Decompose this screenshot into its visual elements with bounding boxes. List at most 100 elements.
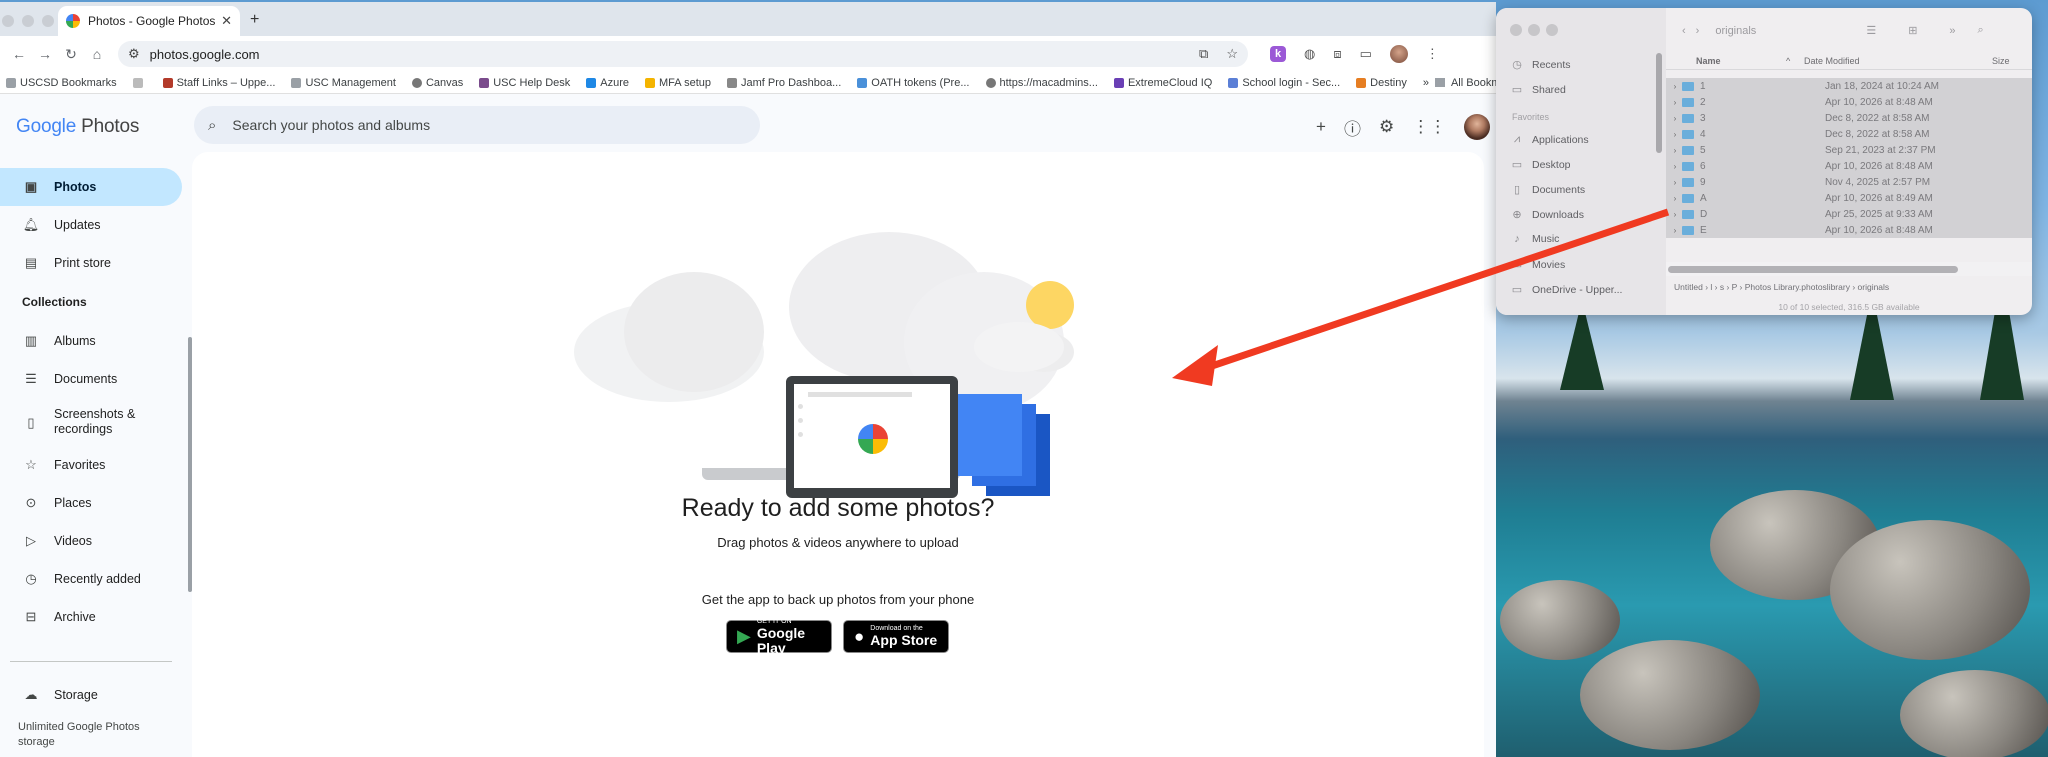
site-info-icon[interactable]: ⚙ bbox=[128, 46, 140, 62]
bookmark-item[interactable]: OATH tokens (Pre... bbox=[857, 77, 970, 89]
new-tab-icon[interactable]: + bbox=[250, 11, 259, 29]
finder-sidebar-downloads[interactable]: ⊕ Downloads bbox=[1510, 208, 1584, 222]
search-icon[interactable]: ⌕ bbox=[1978, 24, 1984, 37]
sidebar-item-screenshots[interactable]: ▯ Screenshots & recordings bbox=[0, 398, 190, 446]
list-view-icon[interactable]: ☰ bbox=[1866, 24, 1876, 37]
apps-grid-icon[interactable]: ⋮⋮ bbox=[1412, 117, 1446, 137]
close-window-button[interactable] bbox=[2, 15, 14, 27]
finder-row[interactable]: › 9 Nov 4, 2025 at 2:57 PM bbox=[1666, 174, 2032, 190]
bookmark-item[interactable]: USC Management bbox=[291, 77, 396, 89]
extension-k-icon[interactable]: k bbox=[1270, 46, 1286, 62]
finder-close-button[interactable] bbox=[1510, 24, 1522, 36]
google-play-button[interactable]: ▶ GET IT ON Google Play bbox=[726, 618, 832, 655]
extensions-puzzle-icon[interactable]: ⧈ bbox=[1333, 46, 1341, 62]
bookmark-item[interactable]: School login - Sec... bbox=[1228, 77, 1340, 89]
finder-sidebar-documents[interactable]: ▯ Documents bbox=[1510, 183, 1585, 197]
path-segment[interactable]: l bbox=[1710, 282, 1712, 292]
disclosure-chevron-icon[interactable]: › bbox=[1668, 162, 1682, 171]
bookmark-item[interactable]: Jamf Pro Dashboa... bbox=[727, 77, 841, 89]
bookmark-item[interactable]: Canvas bbox=[411, 77, 463, 89]
help-icon[interactable]: ⓘ bbox=[1344, 115, 1361, 140]
finder-row[interactable]: › D Apr 25, 2025 at 9:33 AM bbox=[1666, 206, 2032, 222]
search-icon[interactable]: ⌕ bbox=[208, 117, 216, 134]
finder-sidebar-onedrive[interactable]: ▭ OneDrive - Upper... bbox=[1510, 283, 1623, 297]
finder-back-icon[interactable]: ‹ bbox=[1682, 25, 1686, 37]
finder-row[interactable]: › E Apr 10, 2026 at 8:48 AM bbox=[1666, 222, 2032, 238]
home-icon[interactable]: ⌂ bbox=[84, 46, 110, 62]
app-store-button[interactable]: ● Download on the App Store bbox=[843, 620, 949, 653]
sidebar-item-recently-added[interactable]: ◷ Recently added bbox=[0, 560, 190, 598]
minimize-window-button[interactable] bbox=[22, 15, 34, 27]
finder-sidebar-recents[interactable]: ◷ Recents bbox=[1510, 58, 1570, 72]
bookmark-item[interactable]: USCSD Bookmarks bbox=[6, 77, 117, 89]
extension-circle-icon[interactable]: ◍ bbox=[1304, 46, 1315, 62]
finder-row[interactable]: › 6 Apr 10, 2026 at 8:48 AM bbox=[1666, 158, 2032, 174]
finder-horizontal-scrollbar[interactable] bbox=[1668, 266, 1958, 273]
disclosure-chevron-icon[interactable]: › bbox=[1668, 98, 1682, 107]
bookmark-item[interactable]: ExtremeCloud IQ bbox=[1113, 77, 1212, 89]
google-photos-logo[interactable]: Google Photos bbox=[16, 116, 139, 138]
sidebar-item-print-store[interactable]: ▤ Print store bbox=[0, 244, 190, 282]
path-segment[interactable]: Untitled bbox=[1674, 282, 1703, 292]
disclosure-chevron-icon[interactable]: › bbox=[1668, 194, 1682, 203]
bookmark-item[interactable]: Destiny bbox=[1356, 77, 1407, 89]
finder-forward-icon[interactable]: › bbox=[1696, 25, 1700, 37]
path-segment[interactable]: s bbox=[1720, 282, 1724, 292]
disclosure-chevron-icon[interactable]: › bbox=[1668, 130, 1682, 139]
finder-row[interactable]: › 1 Jan 18, 2024 at 10:24 AM bbox=[1666, 78, 2032, 94]
browser-tab[interactable]: Photos - Google Photos ✕ bbox=[58, 6, 240, 36]
sidebar-item-updates[interactable]: 🔔︎ Updates bbox=[0, 206, 190, 244]
disclosure-chevron-icon[interactable]: › bbox=[1668, 210, 1682, 219]
back-icon[interactable]: ← bbox=[6, 46, 32, 62]
sidebar-item-favorites[interactable]: ☆ Favorites bbox=[0, 446, 190, 484]
finder-sidebar-desktop[interactable]: ▭ Desktop bbox=[1510, 158, 1571, 172]
sidebar-item-archive[interactable]: ⊟ Archive bbox=[0, 598, 190, 636]
side-panel-icon[interactable]: ▭ bbox=[1360, 46, 1372, 62]
sidebar-item-places[interactable]: ⊙ Places bbox=[0, 484, 190, 522]
finder-row[interactable]: › 2 Apr 10, 2026 at 8:48 AM bbox=[1666, 94, 2032, 110]
finder-zoom-button[interactable] bbox=[1546, 24, 1558, 36]
finder-row[interactable]: › 4 Dec 8, 2022 at 8:58 AM bbox=[1666, 126, 2032, 142]
sidebar-item-documents[interactable]: ☰ Documents bbox=[0, 360, 190, 398]
date-column-header[interactable]: Date Modified bbox=[1804, 56, 1860, 66]
bookmark-item[interactable]: Azure bbox=[586, 77, 629, 89]
sidebar-item-videos[interactable]: ▷ Videos bbox=[0, 522, 190, 560]
finder-row[interactable]: › A Apr 10, 2026 at 8:49 AM bbox=[1666, 190, 2032, 206]
sidebar-item-storage[interactable]: ☁ Storage bbox=[0, 676, 98, 714]
more-toolbar-icon[interactable]: » bbox=[1949, 25, 1955, 37]
finder-minimize-button[interactable] bbox=[1528, 24, 1540, 36]
bookmark-item[interactable]: Staff Links – Uppe... bbox=[162, 77, 275, 89]
name-column-header[interactable]: Name bbox=[1696, 56, 1721, 66]
profile-avatar[interactable] bbox=[1389, 45, 1408, 63]
finder-sidebar-scrollbar[interactable] bbox=[1656, 53, 1662, 153]
disclosure-chevron-icon[interactable]: › bbox=[1668, 82, 1682, 91]
finder-sidebar-music[interactable]: ♪ Music bbox=[1510, 233, 1559, 245]
size-column-header[interactable]: Size bbox=[1992, 56, 2010, 66]
search-bar[interactable]: ⌕ Search your photos and albums bbox=[194, 106, 760, 144]
disclosure-chevron-icon[interactable]: › bbox=[1668, 146, 1682, 155]
finder-row[interactable]: › 5 Sep 21, 2023 at 2:37 PM bbox=[1666, 142, 2032, 158]
bookmark-item[interactable]: MFA setup bbox=[645, 77, 711, 89]
address-bar[interactable]: ⚙ photos.google.com ⧉ ☆ bbox=[118, 41, 1248, 67]
finder-sidebar-movies[interactable]: ▭ Movies bbox=[1510, 258, 1565, 272]
add-icon[interactable]: + bbox=[1316, 117, 1326, 137]
bookmark-item[interactable]: https://macadmins... bbox=[985, 77, 1098, 89]
disclosure-chevron-icon[interactable]: › bbox=[1668, 226, 1682, 235]
grid-view-icon[interactable]: ⊞ bbox=[1908, 24, 1917, 37]
sidebar-item-albums[interactable]: ▥ Albums bbox=[0, 322, 190, 360]
settings-gear-icon[interactable]: ⚙ bbox=[1379, 117, 1394, 137]
chrome-menu-icon[interactable]: ⋮ bbox=[1426, 46, 1439, 62]
finder-sidebar-applications[interactable]: ⩘ Applications bbox=[1510, 133, 1589, 146]
reload-icon[interactable]: ↻ bbox=[58, 46, 84, 63]
finder-row[interactable]: › 3 Dec 8, 2022 at 8:58 AM bbox=[1666, 110, 2032, 126]
bookmark-star-icon[interactable]: ☆ bbox=[1226, 46, 1238, 62]
apps-grid-icon[interactable] bbox=[132, 77, 147, 88]
close-tab-icon[interactable]: ✕ bbox=[221, 13, 232, 29]
install-app-icon[interactable]: ⧉ bbox=[1199, 46, 1208, 62]
zoom-window-button[interactable] bbox=[42, 15, 54, 27]
sidebar-item-photos[interactable]: ▣ Photos bbox=[0, 168, 182, 206]
disclosure-chevron-icon[interactable]: › bbox=[1668, 178, 1682, 187]
path-segment[interactable]: originals bbox=[1858, 282, 1890, 292]
account-avatar[interactable] bbox=[1464, 114, 1491, 140]
bookmark-item[interactable]: USC Help Desk bbox=[479, 77, 570, 89]
